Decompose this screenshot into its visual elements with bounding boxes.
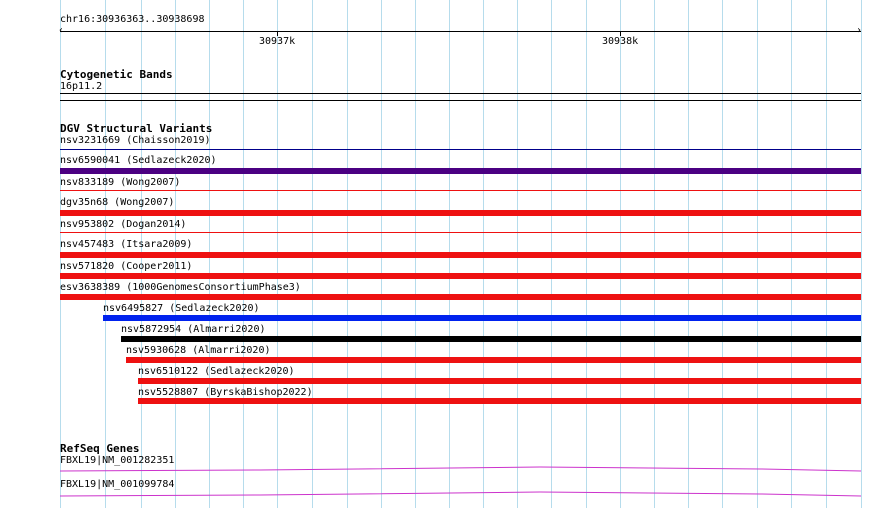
ruler-range-label: chr16:30936363..30938698 — [60, 14, 205, 25]
grid-line — [861, 0, 862, 508]
variant-bar[interactable] — [60, 168, 861, 174]
dgv-track-title: DGV Structural Variants — [60, 122, 213, 135]
cytoband-label[interactable]: 16p11.2 — [60, 81, 102, 93]
cytoband-track-title: Cytogenetic Bands — [60, 68, 173, 81]
variant-bar[interactable] — [60, 252, 861, 258]
variant-label[interactable]: nsv457483 (Itsara2009) — [60, 239, 192, 251]
variant-label[interactable]: nsv6590041 (Sedlazeck2020) — [60, 155, 217, 167]
ruler-left-arrow-icon: ‹ — [58, 25, 65, 36]
variant-bar[interactable] — [60, 232, 861, 233]
variant-label[interactable]: nsv953802 (Dogan2014) — [60, 219, 186, 231]
variant-label[interactable]: nsv6495827 (Sedlazeck2020) — [103, 303, 260, 315]
variant-label[interactable]: nsv833189 (Wong2007) — [60, 177, 180, 189]
variant-bar[interactable] — [138, 378, 861, 384]
ruler-right-arrow-icon: › — [856, 25, 863, 36]
variant-label[interactable]: nsv571820 (Cooper2011) — [60, 261, 192, 273]
ruler-tick-label: 30937k — [259, 36, 296, 47]
variant-bar[interactable] — [60, 294, 861, 300]
variant-label[interactable]: dgv35n68 (Wong2007) — [60, 197, 174, 209]
variant-bar[interactable] — [126, 357, 861, 363]
variant-bar[interactable] — [60, 210, 861, 216]
variant-bar[interactable] — [121, 336, 861, 342]
gene-model[interactable] — [60, 462, 862, 474]
variant-bar[interactable] — [60, 273, 861, 279]
variant-bar[interactable] — [60, 190, 861, 191]
variant-label[interactable]: nsv3231669 (Chaisson2019) — [60, 135, 211, 147]
cytoband-bar[interactable] — [60, 93, 861, 94]
variant-label[interactable]: esv3638389 (1000GenomesConsortiumPhase3) — [60, 282, 301, 294]
ruler-axis — [60, 31, 861, 32]
variant-bar[interactable] — [60, 149, 861, 150]
ruler-tick-label: 30938k — [602, 36, 639, 47]
variant-label[interactable]: nsv6510122 (Sedlazeck2020) — [138, 366, 295, 378]
gene-model[interactable] — [60, 487, 862, 499]
variant-label[interactable]: nsv5930628 (Almarri2020) — [126, 345, 271, 357]
variant-bar[interactable] — [138, 398, 861, 404]
variant-label[interactable]: nsv5872954 (Almarri2020) — [121, 324, 266, 336]
refseq-track-title: RefSeq Genes — [60, 442, 140, 455]
track-separator — [60, 100, 861, 101]
variant-bar[interactable] — [103, 315, 861, 321]
